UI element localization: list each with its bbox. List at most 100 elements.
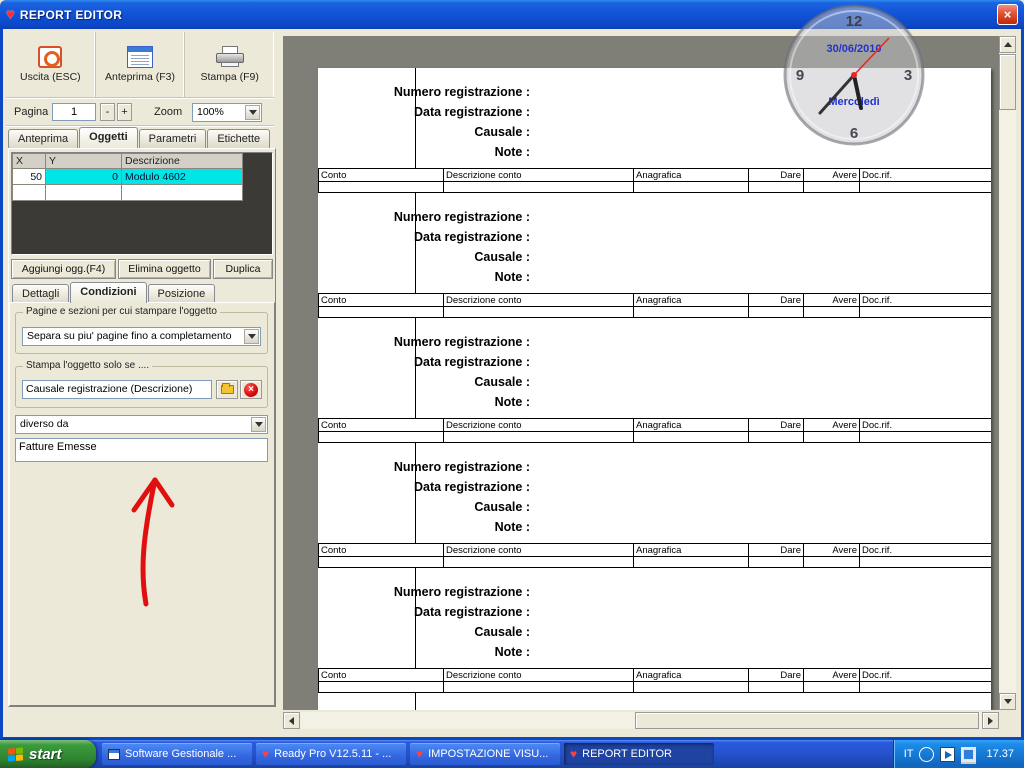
pages-groupbox: Pagine e sezioni per cui stampare l'ogge… <box>15 306 268 354</box>
power-off-icon <box>38 46 63 68</box>
grid-col-y[interactable]: Y <box>45 153 122 169</box>
condition-field-input[interactable]: Causale registrazione (Descrizione) <box>22 380 212 399</box>
zoom-value: 100% <box>197 106 224 118</box>
scroll-right-button[interactable] <box>982 712 999 729</box>
report-empty-row <box>318 681 991 693</box>
task-label: Ready Pro V12.5.11 - ... <box>274 748 392 760</box>
tray-clock: 17.37 <box>986 748 1014 760</box>
report-field-label: Note : <box>494 270 530 284</box>
desktop-screen: ♥ REPORT EDITOR × Uscita (ESC) Anteprima… <box>0 0 1024 768</box>
tray-player-icon[interactable] <box>940 746 956 762</box>
grid-col-desc[interactable]: Descrizione <box>121 153 243 169</box>
report-page: Numero registrazione : Data registrazione… <box>318 68 991 710</box>
add-object-button[interactable]: Aggiungi ogg.(F4) <box>11 259 116 279</box>
close-button[interactable]: × <box>997 4 1018 25</box>
condition-operator-value: diverso da <box>20 418 69 430</box>
horizontal-scrollbar[interactable] <box>283 712 999 729</box>
report-field-label: Note : <box>494 645 530 659</box>
tray-display-icon[interactable] <box>961 746 977 762</box>
chevron-down-icon[interactable] <box>244 329 259 344</box>
subtab-condizioni[interactable]: Condizioni <box>70 282 147 303</box>
pages-mode-value: Separa su piu' pagine fino a completamen… <box>27 330 232 342</box>
report-empty-row <box>318 181 991 193</box>
report-block: Numero registrazione : Data registrazione… <box>318 207 991 318</box>
subtab-dettagli[interactable]: Dettagli <box>12 284 70 303</box>
exit-button[interactable]: Uscita (ESC) <box>6 32 96 97</box>
condition-operator-select[interactable]: diverso da <box>15 415 268 434</box>
horizontal-scroll-thumb[interactable] <box>635 712 979 729</box>
grid-row-selected[interactable]: 50 0 Modulo 4602 <box>12 168 243 185</box>
task-label: Software Gestionale ... <box>125 748 237 760</box>
report-col-header: Doc.rif. <box>859 418 991 432</box>
zoom-label: Zoom <box>154 106 183 118</box>
tab-anteprima[interactable]: Anteprima <box>8 129 79 148</box>
tab-oggetti[interactable]: Oggetti <box>79 127 138 148</box>
report-field-label: Numero registrazione : <box>393 585 530 599</box>
system-tray: IT 17.37 <box>892 740 1024 768</box>
report-col-header: Anagrafica <box>633 668 749 682</box>
page-decrement-button[interactable]: - <box>100 103 115 121</box>
app-heart-icon: ♥ <box>6 6 15 23</box>
tab-parametri[interactable]: Parametri <box>138 129 207 148</box>
object-subtabs: Dettagli Condizioni Posizione <box>12 282 274 303</box>
report-empty-row <box>318 306 991 318</box>
report-col-header: Avere <box>803 668 860 682</box>
chevron-down-icon[interactable] <box>245 105 260 120</box>
page-increment-button[interactable]: + <box>117 103 132 121</box>
objects-grid: X Y Descrizione 50 0 Modulo 4602 <box>11 152 273 255</box>
report-empty-row <box>318 556 991 568</box>
clear-x-icon: × <box>244 382 258 397</box>
taskbar-task-ready-pro-v12-5-11[interactable]: ♥ Ready Pro V12.5.11 - ... <box>256 743 406 765</box>
grid-cell-y[interactable]: 0 <box>45 168 122 185</box>
report-field-label: Causale : <box>474 250 530 264</box>
delete-object-button[interactable]: Elimina oggetto <box>118 259 211 279</box>
browse-field-button[interactable] <box>216 380 238 399</box>
report-field-labels: Numero registrazione : Data registrazione… <box>318 582 530 662</box>
tray-update-icon[interactable] <box>919 746 935 762</box>
report-field-label: Numero registrazione : <box>393 210 530 224</box>
report-field-label: Data registrazione : <box>413 230 530 244</box>
clear-field-button[interactable]: × <box>240 380 262 399</box>
report-field-labels: Numero registrazione : Data registrazione… <box>318 82 530 162</box>
grid-row-empty[interactable] <box>12 184 243 201</box>
scroll-up-button[interactable] <box>999 36 1016 53</box>
taskbar-task-software-gestionale[interactable]: Software Gestionale ... <box>102 743 252 765</box>
scrollbar-corner <box>999 712 1016 729</box>
scroll-down-button[interactable] <box>999 693 1016 710</box>
duplicate-object-button[interactable]: Duplica <box>213 259 273 279</box>
preview-button[interactable]: Anteprima (F3) <box>96 32 186 97</box>
conditions-tab-content: Pagine e sezioni per cui stampare l'ogge… <box>9 302 275 706</box>
grid-cell-desc[interactable]: Modulo 4602 <box>121 168 243 185</box>
report-col-header: Conto <box>318 293 444 307</box>
subtab-posizione[interactable]: Posizione <box>147 284 216 303</box>
windows-logo-icon <box>8 746 23 762</box>
taskbar-task-report-editor[interactable]: ♥ REPORT EDITOR <box>564 743 714 765</box>
report-field-label: Data registrazione : <box>413 605 530 619</box>
report-empty-row <box>318 431 991 443</box>
start-button[interactable]: start <box>0 740 96 768</box>
grid-cell-x[interactable]: 50 <box>12 168 46 185</box>
chevron-down-icon[interactable] <box>251 417 266 432</box>
zoom-select[interactable]: 100% <box>192 103 262 122</box>
scroll-left-button[interactable] <box>283 712 300 729</box>
taskbar-task-impostazione-visu[interactable]: ♥ IMPOSTAZIONE VISU... <box>410 743 560 765</box>
report-col-header: Dare <box>748 168 804 182</box>
tab-etichette[interactable]: Etichette <box>207 129 271 148</box>
report-detail-table: Conto Descrizione conto Anagrafica Dare Aver… <box>318 543 991 568</box>
vertical-scrollbar[interactable] <box>999 36 1016 710</box>
condition-value-input[interactable]: Fatture Emesse <box>15 438 268 462</box>
pages-mode-select[interactable]: Separa su piu' pagine fino a completamen… <box>22 327 261 346</box>
print-button[interactable]: Stampa (F9) <box>185 32 274 97</box>
title-bar[interactable]: ♥ REPORT EDITOR × <box>0 0 1024 29</box>
language-indicator[interactable]: IT <box>904 748 914 760</box>
page-number-input[interactable]: 1 <box>52 103 96 121</box>
report-col-header: Anagrafica <box>633 418 749 432</box>
grid-col-x[interactable]: X <box>12 153 46 169</box>
vertical-scroll-thumb[interactable] <box>999 54 1016 110</box>
report-col-header: Avere <box>803 418 860 432</box>
report-col-header: Dare <box>748 418 804 432</box>
report-field-labels: Numero registrazione : Data registrazione… <box>318 457 530 537</box>
report-col-header: Descrizione conto <box>443 168 634 182</box>
printer-icon <box>215 46 244 68</box>
report-col-header: Descrizione conto <box>443 418 634 432</box>
